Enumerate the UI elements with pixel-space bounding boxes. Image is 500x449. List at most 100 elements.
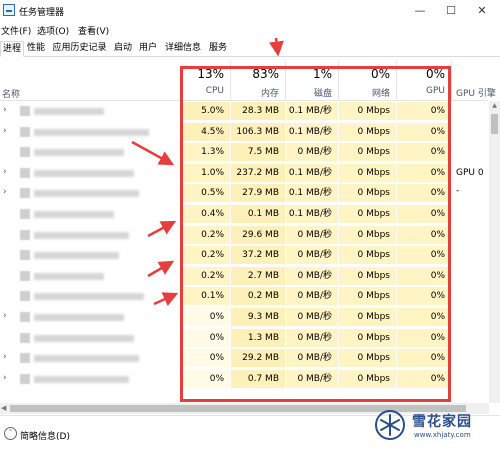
process-name-redacted <box>34 252 119 260</box>
column-memory[interactable]: 83% 内存 <box>231 61 286 101</box>
memory-cell: 106.3 MB <box>231 122 286 141</box>
tab-startup[interactable]: 启动 <box>111 41 135 57</box>
column-network[interactable]: 0% 网络 <box>339 61 397 101</box>
table-row[interactable]: 0% 1.3 MB 0 MB/秒 0 Mbps 0% <box>0 328 488 347</box>
cpu-cell: 5.0% <box>181 102 231 120</box>
disk-cell: 0 MB/秒 <box>286 369 339 388</box>
gpu-cell: 0% <box>397 163 452 182</box>
disk-cell: 0 MB/秒 <box>286 225 339 244</box>
expand-chevron-icon[interactable]: › <box>3 311 7 321</box>
gpu-cell: 0% <box>397 369 452 388</box>
table-row[interactable]: 0.2% 37.2 MB 0 MB/秒 0 Mbps 0% <box>0 246 488 265</box>
column-name[interactable]: 名称 <box>2 87 20 100</box>
fewer-details-link[interactable]: 简略信息(D) <box>20 429 70 442</box>
table-row[interactable]: › 0.5% 27.9 MB 0.1 MB/秒 0 Mbps 0% <box>0 184 488 203</box>
table-row[interactable]: › 0% 9.3 MB 0 MB/秒 0 Mbps 0% <box>0 308 488 326</box>
memory-cell: 1.3 MB <box>231 328 286 347</box>
memory-cell: 29.2 MB <box>231 349 286 368</box>
watermark: 雪花家园 www.xhjaty.com <box>372 407 496 445</box>
disk-cell: 0 MB/秒 <box>286 349 339 368</box>
disk-cell: 0.1 MB/秒 <box>286 122 339 141</box>
table-row[interactable]: 1.3% 7.5 MB 0 MB/秒 0 Mbps 0% <box>0 143 488 162</box>
table-row[interactable]: 0.1% 0.2 MB 0 MB/秒 0 Mbps 0% <box>0 287 488 306</box>
process-icon <box>20 270 30 281</box>
scroll-left-icon[interactable]: ◀ <box>1 403 6 414</box>
cpu-cell: 0.2% <box>181 246 231 265</box>
column-gpu-engine[interactable]: GPU 引擎 <box>452 61 496 101</box>
cpu-cell: 1.3% <box>181 143 231 162</box>
table-row[interactable]: › 1.0% 237.2 MB 0.1 MB/秒 0 Mbps 0% GPU 0 - <box>0 163 488 196</box>
network-cell: 0 Mbps <box>339 287 397 306</box>
watermark-name: 雪花家园 <box>412 414 472 430</box>
tab-services[interactable]: 服务 <box>206 41 230 57</box>
network-cell: 0 Mbps <box>339 246 397 265</box>
process-icon <box>20 291 30 302</box>
process-icon <box>20 106 30 116</box>
minimize-button[interactable]: — <box>405 2 435 20</box>
gpu-cell: 0% <box>397 122 452 141</box>
column-gpu[interactable]: 0% GPU <box>397 61 452 101</box>
expand-chevron-icon[interactable]: › <box>3 187 7 197</box>
gpu-cell: 0% <box>397 328 452 347</box>
vertical-scroll-thumb[interactable] <box>491 114 498 134</box>
memory-cell: 0.7 MB <box>231 369 286 388</box>
process-name-redacted <box>34 128 149 136</box>
process-icon <box>20 188 30 199</box>
network-cell: 0 Mbps <box>339 205 397 223</box>
table-row[interactable]: 0.4% 0.1 MB 0.1 MB/秒 0 Mbps 0% <box>0 205 488 223</box>
table-row[interactable]: › 0% 29.2 MB 0 MB/秒 0 Mbps 0% <box>0 349 488 368</box>
scroll-up-icon[interactable]: ▲ <box>489 101 500 111</box>
gpu-label: GPU <box>426 86 445 96</box>
tab-bar: 进程 性能 应用历史记录 启动 用户 详细信息 服务 <box>0 40 500 57</box>
process-name-redacted <box>34 334 134 342</box>
memory-cell: 0.2 MB <box>231 287 286 306</box>
tab-processes[interactable]: 进程 <box>0 41 24 57</box>
disk-cell: 0.1 MB/秒 <box>286 102 339 120</box>
expand-chevron-icon[interactable]: › <box>3 126 7 136</box>
cpu-cell: 0.5% <box>181 184 231 203</box>
expand-chevron-icon[interactable]: › <box>3 352 7 362</box>
tab-app-history[interactable]: 应用历史记录 <box>49 41 110 57</box>
table-row[interactable]: › 0% 0.7 MB 0 MB/秒 0 Mbps 0% <box>0 369 488 388</box>
cpu-cell: 0.4% <box>181 205 231 223</box>
table-row[interactable]: › 4.5% 106.3 MB 0.1 MB/秒 0 Mbps 0% <box>0 122 488 141</box>
disk-cell: 0 MB/秒 <box>286 246 339 265</box>
table-row[interactable]: › 5.0% 28.3 MB 0.1 MB/秒 0 Mbps 0% <box>0 102 488 120</box>
tab-users[interactable]: 用户 <box>136 41 160 57</box>
network-cell: 0 Mbps <box>339 102 397 120</box>
process-icon <box>20 167 30 178</box>
expand-chevron-icon[interactable]: › <box>3 373 7 383</box>
vertical-scrollbar[interactable]: ▲ <box>489 101 500 403</box>
menu-options[interactable]: 选项(O) <box>37 24 69 37</box>
table-row[interactable]: 0.2% 2.7 MB 0 MB/秒 0 Mbps 0% <box>0 266 488 285</box>
memory-cell: 29.6 MB <box>231 225 286 244</box>
process-name-redacted <box>34 169 134 177</box>
snowflake-logo-icon <box>375 410 405 440</box>
maximize-button[interactable]: ☐ <box>436 2 466 20</box>
tab-performance[interactable]: 性能 <box>24 41 48 57</box>
menu-file[interactable]: 文件(F) <box>1 24 31 37</box>
tab-details[interactable]: 详细信息 <box>161 41 205 57</box>
close-button[interactable]: ✕ <box>467 2 497 20</box>
gpu-cell: 0% <box>397 184 452 203</box>
column-cpu[interactable]: 13% CPU <box>181 61 231 101</box>
column-disk[interactable]: 1% 磁盘 <box>286 61 339 101</box>
gpu-cell: 0% <box>397 246 452 265</box>
disk-cell: 0.1 MB/秒 <box>286 184 339 203</box>
expand-chevron-icon[interactable]: › <box>3 167 7 177</box>
disk-cell: 0 MB/秒 <box>286 266 339 285</box>
gpu-cell: 0% <box>397 143 452 162</box>
chevron-up-icon[interactable]: ˄ <box>4 427 17 440</box>
disk-cell: 0 MB/秒 <box>286 328 339 347</box>
expand-chevron-icon[interactable]: › <box>3 105 7 115</box>
memory-label: 内存 <box>260 89 279 99</box>
memory-cell: 9.3 MB <box>231 308 286 326</box>
process-name-redacted <box>34 211 114 218</box>
table-row[interactable]: 0.2% 29.6 MB 0 MB/秒 0 Mbps 0% <box>0 225 488 244</box>
menu-view[interactable]: 查看(V) <box>78 24 109 37</box>
cpu-cell: 0% <box>181 349 231 368</box>
disk-cell: 0 MB/秒 <box>286 308 339 326</box>
network-cell: 0 Mbps <box>339 328 397 347</box>
process-name-redacted <box>34 190 139 198</box>
network-cell: 0 Mbps <box>339 143 397 162</box>
